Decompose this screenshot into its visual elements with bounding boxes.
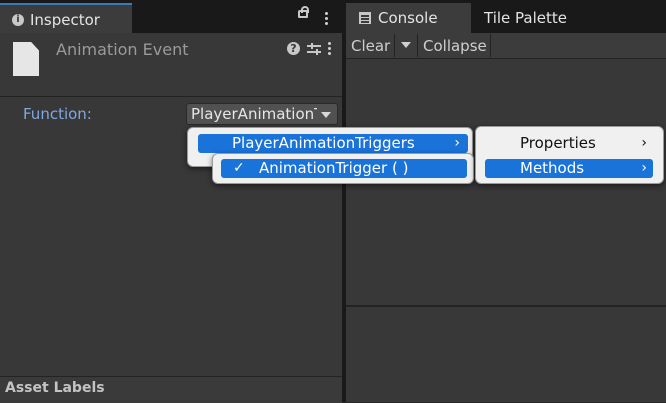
collapse-button[interactable]: Collapse	[423, 37, 487, 55]
chevron-right-icon: ›	[641, 135, 647, 151]
toolbar-separator	[394, 34, 395, 57]
menu-item-label: Properties	[520, 134, 596, 152]
component-menu-icon[interactable]	[328, 42, 331, 56]
submenu-methods-list: ✓ AnimationTrigger ( )	[212, 153, 474, 184]
console-icon	[359, 12, 371, 24]
menu-item-playeranimationtriggers[interactable]: PlayerAnimationTriggers ›	[198, 134, 468, 153]
function-label: Function:	[23, 105, 92, 123]
lock-icon[interactable]	[298, 6, 309, 18]
info-icon: i	[12, 14, 24, 26]
function-dropdown[interactable]: PlayerAnimationTriggers	[186, 103, 338, 125]
menu-item-animationtrigger[interactable]: ✓ AnimationTrigger ( )	[221, 159, 467, 178]
toolbar-separator	[490, 34, 491, 57]
asset-labels-bar[interactable]: Asset Labels	[0, 376, 342, 403]
clear-button[interactable]: Clear	[351, 37, 390, 55]
toolbar-separator	[417, 34, 418, 57]
tab-inspector[interactable]: i Inspector	[0, 3, 132, 33]
help-icon[interactable]: ?	[287, 42, 300, 55]
inspector-menu-icon[interactable]	[325, 12, 328, 26]
chevron-right-icon: ›	[641, 160, 647, 176]
tab-console[interactable]: Console	[346, 3, 471, 33]
inspector-body	[0, 33, 342, 378]
clear-options-dropdown-icon[interactable]	[401, 42, 411, 48]
asset-labels-title: Asset Labels	[5, 380, 105, 396]
tab-inspector-label: Inspector	[30, 11, 100, 29]
menu-item-label: AnimationTrigger ( )	[259, 159, 409, 177]
file-icon	[13, 42, 39, 76]
submenu-members: Properties › Methods ›	[475, 126, 664, 184]
component-title: Animation Event	[56, 40, 189, 59]
menu-item-label: PlayerAnimationTriggers	[232, 134, 415, 152]
chevron-right-icon: ›	[454, 135, 460, 151]
tab-console-label: Console	[378, 9, 438, 27]
chevron-down-icon	[321, 112, 331, 118]
menu-item-label: Methods	[520, 159, 585, 177]
menu-item-properties[interactable]: Properties ›	[485, 134, 653, 153]
presets-icon[interactable]	[307, 43, 321, 55]
function-dropdown-value: PlayerAnimationTriggers	[191, 105, 317, 123]
header-divider	[0, 96, 342, 97]
tab-tile-palette[interactable]: Tile Palette	[484, 9, 567, 27]
checkmark-icon: ✓	[233, 160, 245, 176]
console-detail-pane	[346, 307, 666, 402]
menu-item-methods[interactable]: Methods ›	[485, 159, 653, 178]
